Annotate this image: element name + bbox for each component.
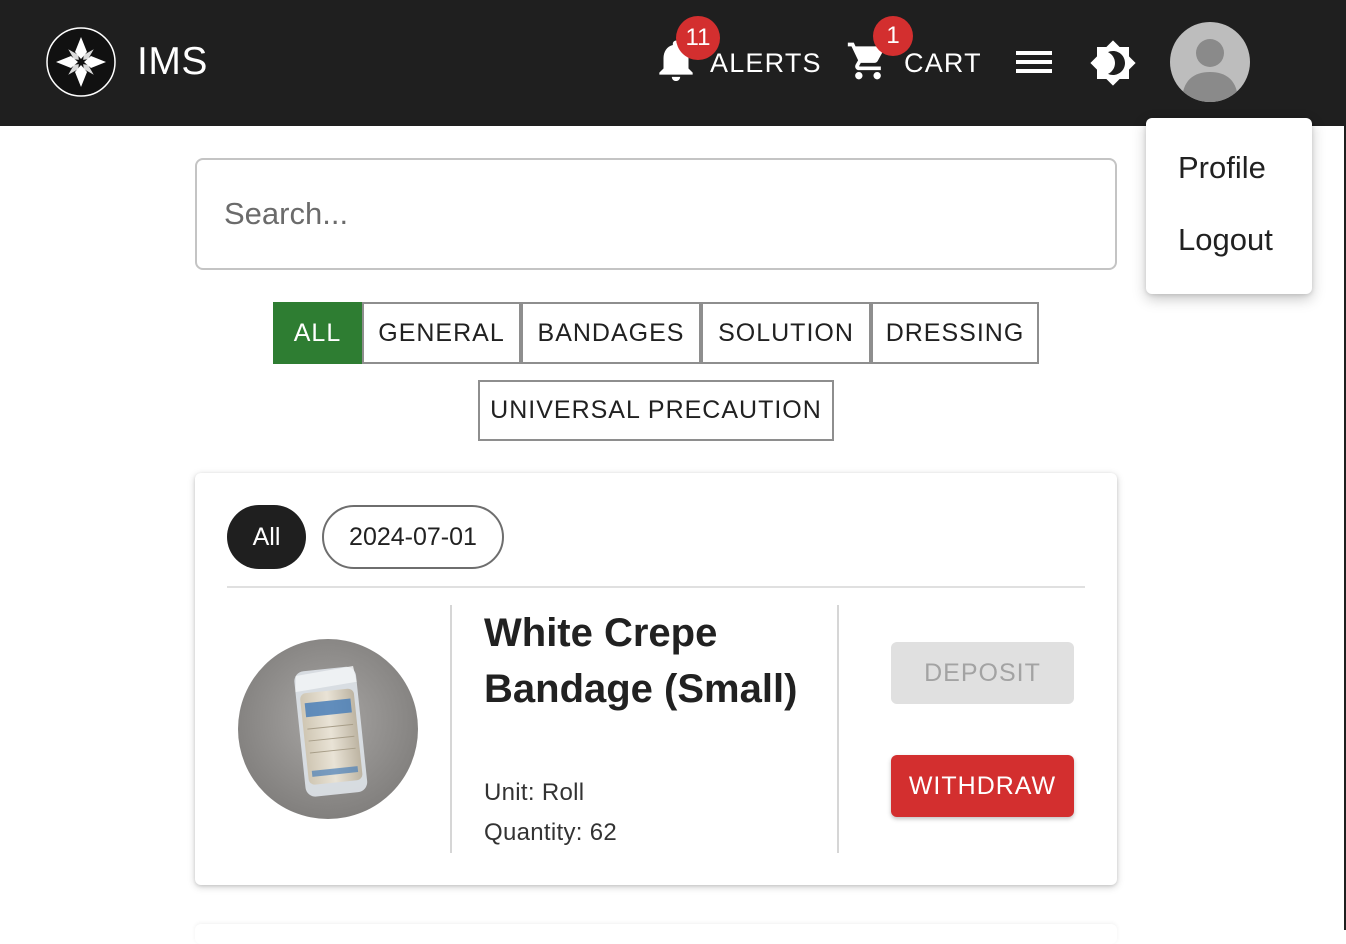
app-bar: IMS 11 ALERTS 1 CART — [0, 0, 1346, 126]
maltese-cross-icon[interactable] — [46, 27, 116, 97]
card-vertical-divider-left — [450, 605, 452, 853]
cart-button[interactable]: 1 CART — [846, 0, 982, 126]
category-bandages-button[interactable]: BANDAGES — [521, 302, 701, 364]
alerts-label: ALERTS — [710, 47, 822, 78]
item-quantity: Quantity: 62 — [484, 819, 618, 846]
item-unit: Unit: Roll — [484, 779, 585, 806]
category-general-button[interactable]: GENERAL — [362, 302, 521, 364]
alerts-count-badge: 11 — [676, 16, 720, 60]
category-all-button[interactable]: ALL — [273, 302, 362, 364]
batch-chip-date[interactable]: 2024-07-01 — [322, 505, 504, 569]
deposit-button[interactable]: DEPOSIT — [891, 642, 1074, 704]
cart-label: CART — [904, 47, 982, 78]
item-name: White Crepe Bandage (Small) — [484, 611, 798, 711]
next-item-card-edge — [195, 924, 1117, 944]
category-universal-precaution-button[interactable]: UNIVERSAL PRECAUTION — [478, 380, 834, 441]
cart-count-badge: 1 — [873, 16, 913, 56]
card-vertical-divider-right — [837, 605, 839, 853]
brightness-toggle-icon[interactable] — [1089, 39, 1137, 87]
menu-item-logout[interactable]: Logout — [1178, 222, 1273, 258]
batch-chip-all[interactable]: All — [227, 505, 306, 569]
hamburger-menu-icon[interactable] — [1014, 46, 1054, 78]
app-title: IMS — [137, 40, 208, 83]
withdraw-button[interactable]: WITHDRAW — [891, 755, 1074, 817]
item-card: All 2024-07-01 White Crepe Bandage (Smal… — [195, 473, 1117, 885]
category-dressing-button[interactable]: DRESSING — [871, 302, 1039, 364]
menu-item-profile[interactable]: Profile — [1178, 150, 1266, 186]
search-input[interactable] — [195, 158, 1117, 270]
user-dropdown-menu: Profile Logout — [1146, 118, 1312, 294]
card-divider — [227, 586, 1085, 588]
category-solution-button[interactable]: SOLUTION — [701, 302, 871, 364]
alerts-button[interactable]: 11 ALERTS — [656, 0, 822, 126]
item-image — [238, 639, 418, 819]
user-avatar-icon[interactable] — [1170, 22, 1250, 102]
